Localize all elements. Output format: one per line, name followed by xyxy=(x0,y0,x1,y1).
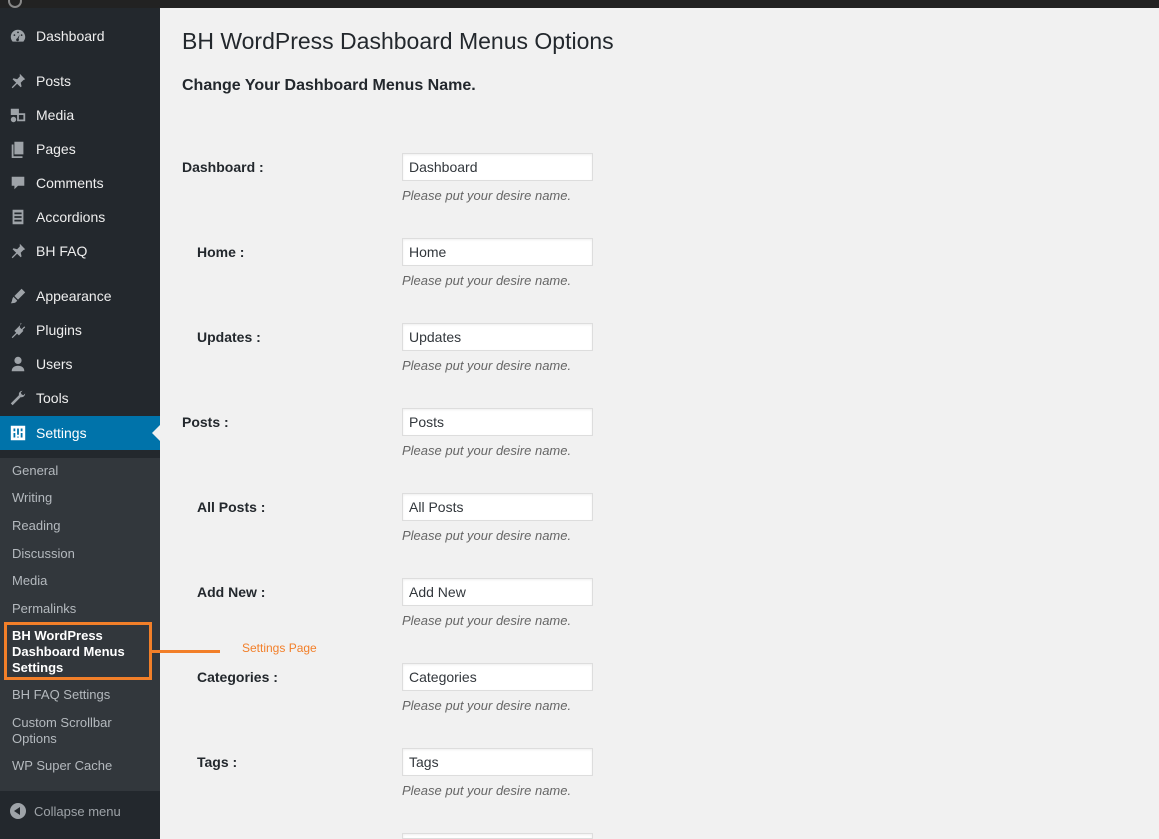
settings-icon xyxy=(8,423,28,443)
menu-users[interactable]: Users xyxy=(0,347,160,381)
collapse-menu-label: Collapse menu xyxy=(34,803,121,819)
field-hint-dashboard: Please put your desire name. xyxy=(402,188,572,203)
field-hint-all-posts: Please put your desire name. xyxy=(402,528,572,543)
menu-bh-faq[interactable]: BH FAQ xyxy=(0,234,160,268)
menu-media-label: Media xyxy=(36,107,75,123)
field-hint-posts: Please put your desire name. xyxy=(402,443,572,458)
section-title: Change Your Dashboard Menus Name. xyxy=(182,77,476,94)
wordpress-logo-icon[interactable] xyxy=(8,0,22,8)
field-label-tags: Tags : xyxy=(197,754,238,770)
user-icon xyxy=(8,354,28,374)
brush-icon xyxy=(8,286,28,306)
menu-users-label: Users xyxy=(36,356,73,372)
menu-pages-label: Pages xyxy=(36,141,76,157)
submenu-wp-super-cache[interactable]: WP Super Cache xyxy=(12,758,152,774)
media-icon xyxy=(8,105,28,125)
admin-bar xyxy=(0,0,1159,8)
field-label-add-new: Add New : xyxy=(197,584,266,600)
add-new-name-input[interactable] xyxy=(402,578,593,606)
wrench-icon xyxy=(8,388,28,408)
menu-plugins-label: Plugins xyxy=(36,322,82,338)
field-label-all-posts: All Posts : xyxy=(197,499,266,515)
menu-bh-faq-label: BH FAQ xyxy=(36,243,88,259)
submenu-discussion[interactable]: Discussion xyxy=(12,546,152,562)
submenu-bh-faq-settings[interactable]: BH FAQ Settings xyxy=(12,687,152,703)
field-hint-tags: Please put your desire name. xyxy=(402,783,572,798)
comment-icon xyxy=(8,173,28,193)
menu-dashboard[interactable]: Dashboard xyxy=(0,19,160,53)
menu-plugins[interactable]: Plugins xyxy=(0,313,160,347)
annotation-label: Settings Page xyxy=(242,641,317,655)
pin-icon xyxy=(8,71,28,91)
menu-appearance[interactable]: Appearance xyxy=(0,279,160,313)
menu-appearance-label: Appearance xyxy=(36,288,112,304)
field-hint-home: Please put your desire name. xyxy=(402,273,572,288)
admin-sidebar: Dashboard Posts Media Pages Comments Acc… xyxy=(0,8,160,839)
tags-name-input[interactable] xyxy=(402,748,593,776)
menu-pages[interactable]: Pages xyxy=(0,132,160,166)
menu-tools[interactable]: Tools xyxy=(0,381,160,415)
page-title: BH WordPress Dashboard Menus Options xyxy=(182,28,614,54)
field-hint-categories: Please put your desire name. xyxy=(402,698,572,713)
posts-name-input[interactable] xyxy=(402,408,593,436)
menu-dashboard-label: Dashboard xyxy=(36,28,105,44)
submenu-media[interactable]: Media xyxy=(12,573,152,589)
pin-icon xyxy=(8,241,28,261)
field-hint-updates: Please put your desire name. xyxy=(402,358,572,373)
submenu-custom-scrollbar-options[interactable]: Custom Scrollbar Options xyxy=(12,715,132,747)
submenu-permalinks[interactable]: Permalinks xyxy=(12,601,152,617)
menu-settings-label: Settings xyxy=(36,425,87,441)
updates-name-input[interactable] xyxy=(402,323,593,351)
dashboard-icon xyxy=(8,26,28,46)
annotation-connector xyxy=(152,650,220,653)
menu-posts[interactable]: Posts xyxy=(0,64,160,98)
menu-settings[interactable]: Settings xyxy=(0,416,160,450)
dashboard-name-input[interactable] xyxy=(402,153,593,181)
submenu-general[interactable]: General xyxy=(12,463,152,479)
plugin-icon xyxy=(8,320,28,340)
collapse-menu-button[interactable]: Collapse menu xyxy=(0,791,160,831)
settings-page-highlight xyxy=(4,622,152,680)
current-menu-arrow xyxy=(152,425,160,441)
field-label-posts: Posts : xyxy=(182,414,229,430)
pages-icon xyxy=(8,139,28,159)
field-label-dashboard: Dashboard : xyxy=(182,159,264,175)
table-icon xyxy=(8,207,28,227)
menu-comments-label: Comments xyxy=(36,175,104,191)
collapse-arrow-icon xyxy=(10,803,26,819)
next-name-input[interactable] xyxy=(402,833,593,839)
all-posts-name-input[interactable] xyxy=(402,493,593,521)
field-hint-add-new: Please put your desire name. xyxy=(402,613,572,628)
submenu-reading[interactable]: Reading xyxy=(12,518,152,534)
field-label-updates: Updates : xyxy=(197,329,261,345)
field-label-categories: Categories : xyxy=(197,669,278,685)
field-label-home: Home : xyxy=(197,244,245,260)
categories-name-input[interactable] xyxy=(402,663,593,691)
menu-tools-label: Tools xyxy=(36,390,69,406)
submenu-writing[interactable]: Writing xyxy=(12,490,152,506)
menu-accordions-label: Accordions xyxy=(36,209,106,225)
menu-posts-label: Posts xyxy=(36,73,72,89)
menu-media[interactable]: Media xyxy=(0,98,160,132)
menu-accordions[interactable]: Accordions xyxy=(0,200,160,234)
menu-comments[interactable]: Comments xyxy=(0,166,160,200)
home-name-input[interactable] xyxy=(402,238,593,266)
